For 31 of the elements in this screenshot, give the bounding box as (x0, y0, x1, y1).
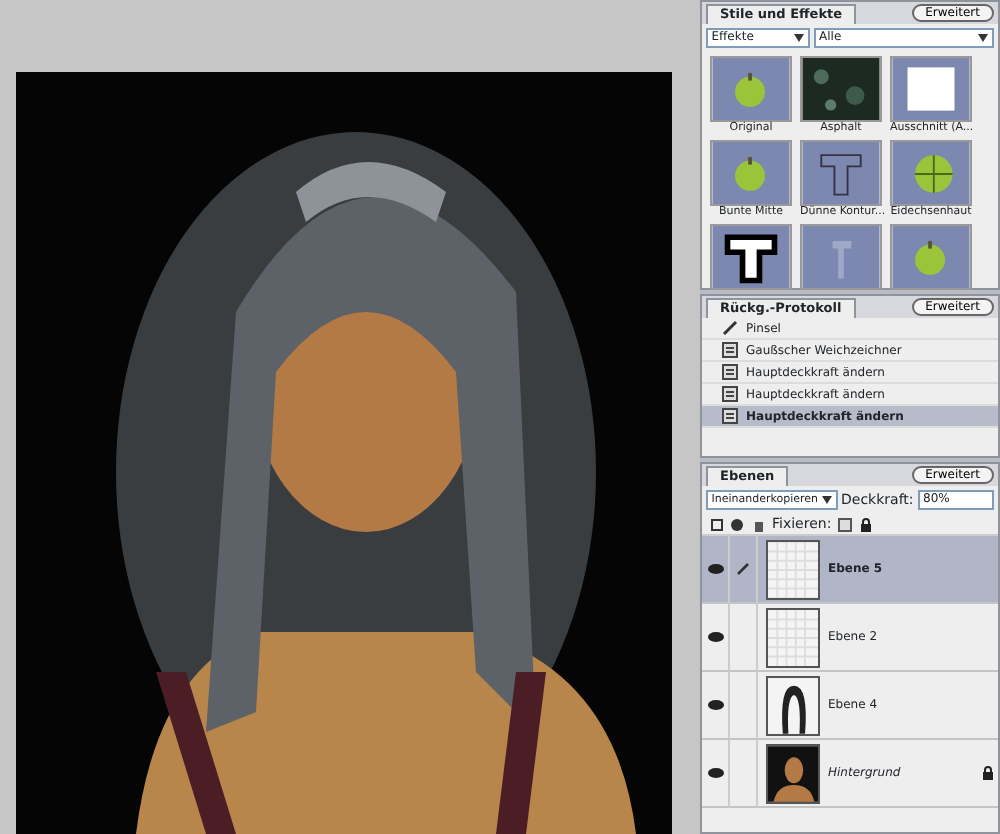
document-icon (722, 342, 740, 358)
checkerboard-icon[interactable] (838, 517, 853, 531)
layer-thumbnail (766, 539, 820, 599)
brush-icon (722, 320, 740, 336)
frame-thumbnail[interactable] (890, 55, 972, 121)
texture-thumbnail[interactable] (800, 55, 882, 121)
letter-thumbnail[interactable] (800, 223, 882, 289)
apple-thumbnail[interactable] (710, 139, 792, 205)
trash-icon[interactable] (751, 517, 765, 531)
layer-thumbnail (766, 743, 820, 803)
caret-icon (821, 496, 832, 504)
eye-icon[interactable] (707, 564, 723, 574)
new-layer-icon[interactable] (709, 517, 723, 531)
layer-thumbnail (766, 675, 820, 735)
document-icon (722, 386, 740, 402)
caret-icon (978, 33, 989, 42)
eye-icon[interactable] (707, 700, 723, 710)
adjustment-icon[interactable] (730, 517, 744, 531)
eye-icon[interactable] (707, 768, 723, 778)
eye-icon[interactable] (707, 632, 723, 642)
apple-thumbnail[interactable] (890, 223, 972, 289)
caret-icon (793, 33, 804, 42)
letter-thumbnail[interactable] (800, 139, 882, 205)
document-icon (722, 408, 740, 424)
layer-thumbnail (766, 607, 820, 667)
letter-thumbnail[interactable] (710, 223, 792, 289)
apple-thumbnail[interactable] (710, 55, 792, 121)
document-icon (722, 364, 740, 380)
scales-thumbnail[interactable] (890, 139, 972, 205)
lock-icon[interactable] (859, 517, 872, 531)
brush-icon (736, 562, 750, 576)
